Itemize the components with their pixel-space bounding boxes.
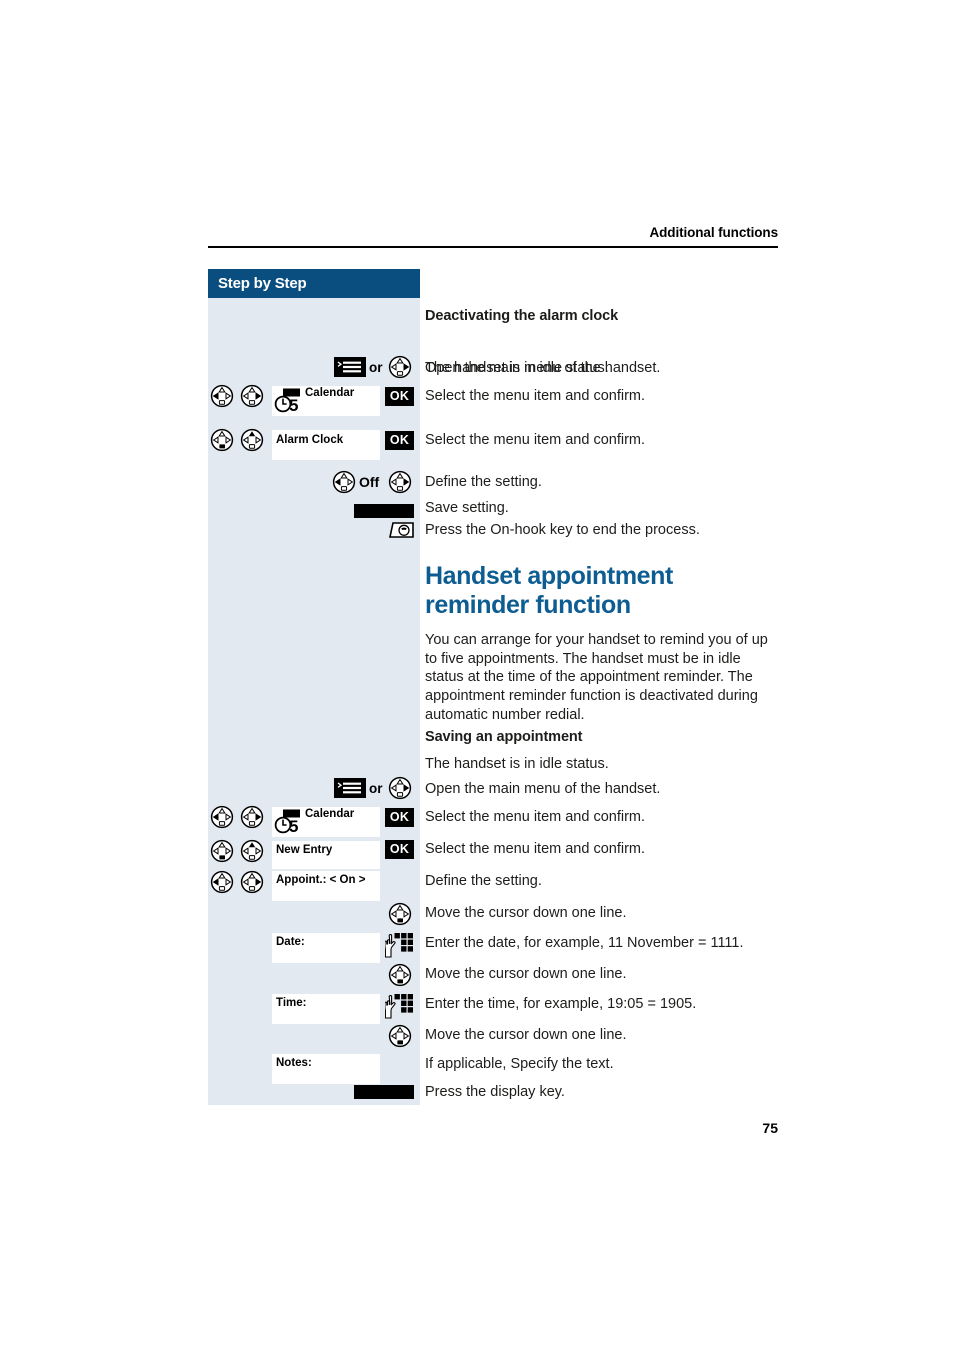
display-field-label-new-entry: New Entry <box>276 844 333 856</box>
display-field-date: Date: <box>272 933 380 963</box>
nav-key-right-icon-4[interactable] <box>240 805 264 829</box>
off-label: Off <box>359 474 380 490</box>
nav-key-down-icon-4[interactable] <box>388 963 412 987</box>
menu-key-icon[interactable] <box>334 357 366 377</box>
step-text-define-setting-off: Define the setting. <box>425 474 542 490</box>
menu-key-icon-2[interactable] <box>334 778 366 798</box>
or-label-1: or <box>369 360 383 375</box>
display-field-appointment-on: Appoint.: < On > <box>272 871 380 901</box>
nav-key-down-icon-3[interactable] <box>388 902 412 926</box>
step-text-cursor-down-1: Move the cursor down one line. <box>425 905 627 921</box>
step-text-enter-time: Enter the time, for example, 19:05 = 190… <box>425 996 697 1012</box>
step-text-open-menu-1: Open the main menu of the handset. <box>425 360 661 376</box>
display-field-label-appointment-on: Appoint.: < On > <box>276 874 366 886</box>
keypad-icon-2[interactable] <box>384 993 414 1021</box>
step-text-cursor-down-2: Move the cursor down one line. <box>425 966 627 982</box>
step-text-enter-date: Enter the date, for example, 11 November… <box>425 935 744 951</box>
page-title: Handset appointment reminder function <box>425 562 673 619</box>
step-text-on-hook-1: Press the On-hook key to end the process… <box>425 522 700 538</box>
nav-key-right-icon-5[interactable] <box>240 870 264 894</box>
or-label-2: or <box>369 781 383 796</box>
svg-text:5: 5 <box>289 817 298 835</box>
svg-text:5: 5 <box>289 396 298 414</box>
step-text-idle-2: The handset is in idle status. <box>425 756 609 772</box>
display-key-icon-1[interactable] <box>354 504 414 518</box>
step-text-open-menu-2: Open the main menu of the handset. <box>425 781 661 797</box>
nav-key-right-icon-3[interactable] <box>388 776 412 800</box>
page-number: 75 <box>762 1120 778 1136</box>
nav-key-left-icon-2[interactable] <box>332 470 356 494</box>
step-text-save-setting: Save setting. <box>425 500 509 516</box>
nav-key-down-icon-5[interactable] <box>388 1024 412 1048</box>
heading-deactivating-alarm-clock: Deactivating the alarm clock <box>425 308 619 324</box>
nav-key-up-icon-2[interactable] <box>240 839 264 863</box>
nav-key-down-icon-1[interactable] <box>210 428 234 452</box>
calendar-icon-1: 5 <box>274 388 302 415</box>
step-text-define-appoint-on: Define the setting. <box>425 873 542 889</box>
nav-key-right-icon[interactable] <box>388 355 412 379</box>
display-field-label-notes: Notes: <box>276 1057 312 1069</box>
nav-key-left-icon-4[interactable] <box>210 870 234 894</box>
nav-key-left-icon-3[interactable] <box>210 805 234 829</box>
ok-key-3[interactable]: OK <box>385 808 414 827</box>
sidebar-title: Step by Step <box>208 269 420 298</box>
display-field-alarm-clock: Alarm Clock <box>272 430 380 460</box>
keypad-icon-1[interactable] <box>384 932 414 960</box>
manual-page: Additional functions Step by Step Deacti… <box>0 0 954 1350</box>
step-text-select-alarm-clock: Select the menu item and confirm. <box>425 432 646 448</box>
on-hook-key-icon[interactable] <box>388 521 414 539</box>
display-field-label-alarm-clock: Alarm Clock <box>276 434 344 446</box>
nav-key-up-icon-1[interactable] <box>240 428 264 452</box>
calendar-icon-2: 5 <box>274 809 302 836</box>
step-text-cursor-down-3: Move the cursor down one line. <box>425 1027 627 1043</box>
display-field-label-calendar-1: Calendar <box>305 387 355 399</box>
display-field-label-calendar-2: Calendar <box>305 808 355 820</box>
nav-key-down-icon-2[interactable] <box>210 839 234 863</box>
ok-key-2[interactable]: OK <box>385 431 414 450</box>
nav-key-right-icon-1[interactable] <box>240 384 264 408</box>
display-field-label-time: Time: <box>276 997 307 1009</box>
running-head: Additional functions <box>649 225 779 240</box>
display-field-notes: Notes: <box>272 1054 380 1084</box>
display-field-new-entry: New Entry <box>272 841 380 869</box>
ok-key-4[interactable]: OK <box>385 840 414 859</box>
nav-key-right-icon-2[interactable] <box>388 470 412 494</box>
step-text-notes: If applicable, Specify the text. <box>425 1056 614 1072</box>
intro-paragraph: You can arrange for your handset to remi… <box>425 632 768 723</box>
step-text-select-calendar-2: Select the menu item and confirm. <box>425 809 646 825</box>
ok-key-1[interactable]: OK <box>385 387 414 406</box>
header-rule <box>208 246 778 248</box>
display-field-calendar-1: 5 Calendar <box>272 386 380 416</box>
nav-key-left-icon-1[interactable] <box>210 384 234 408</box>
display-field-calendar-2: 5 Calendar <box>272 807 380 837</box>
step-text-select-new-entry: Select the menu item and confirm. <box>425 841 646 857</box>
step-text-select-calendar-1: Select the menu item and confirm. <box>425 388 646 404</box>
step-text-press-display-key: Press the display key. <box>425 1084 565 1100</box>
display-field-time: Time: <box>272 994 380 1024</box>
display-field-label-date: Date: <box>276 936 305 948</box>
heading-saving-appointment: Saving an appointment <box>425 729 583 745</box>
display-key-icon-2[interactable] <box>354 1085 414 1099</box>
